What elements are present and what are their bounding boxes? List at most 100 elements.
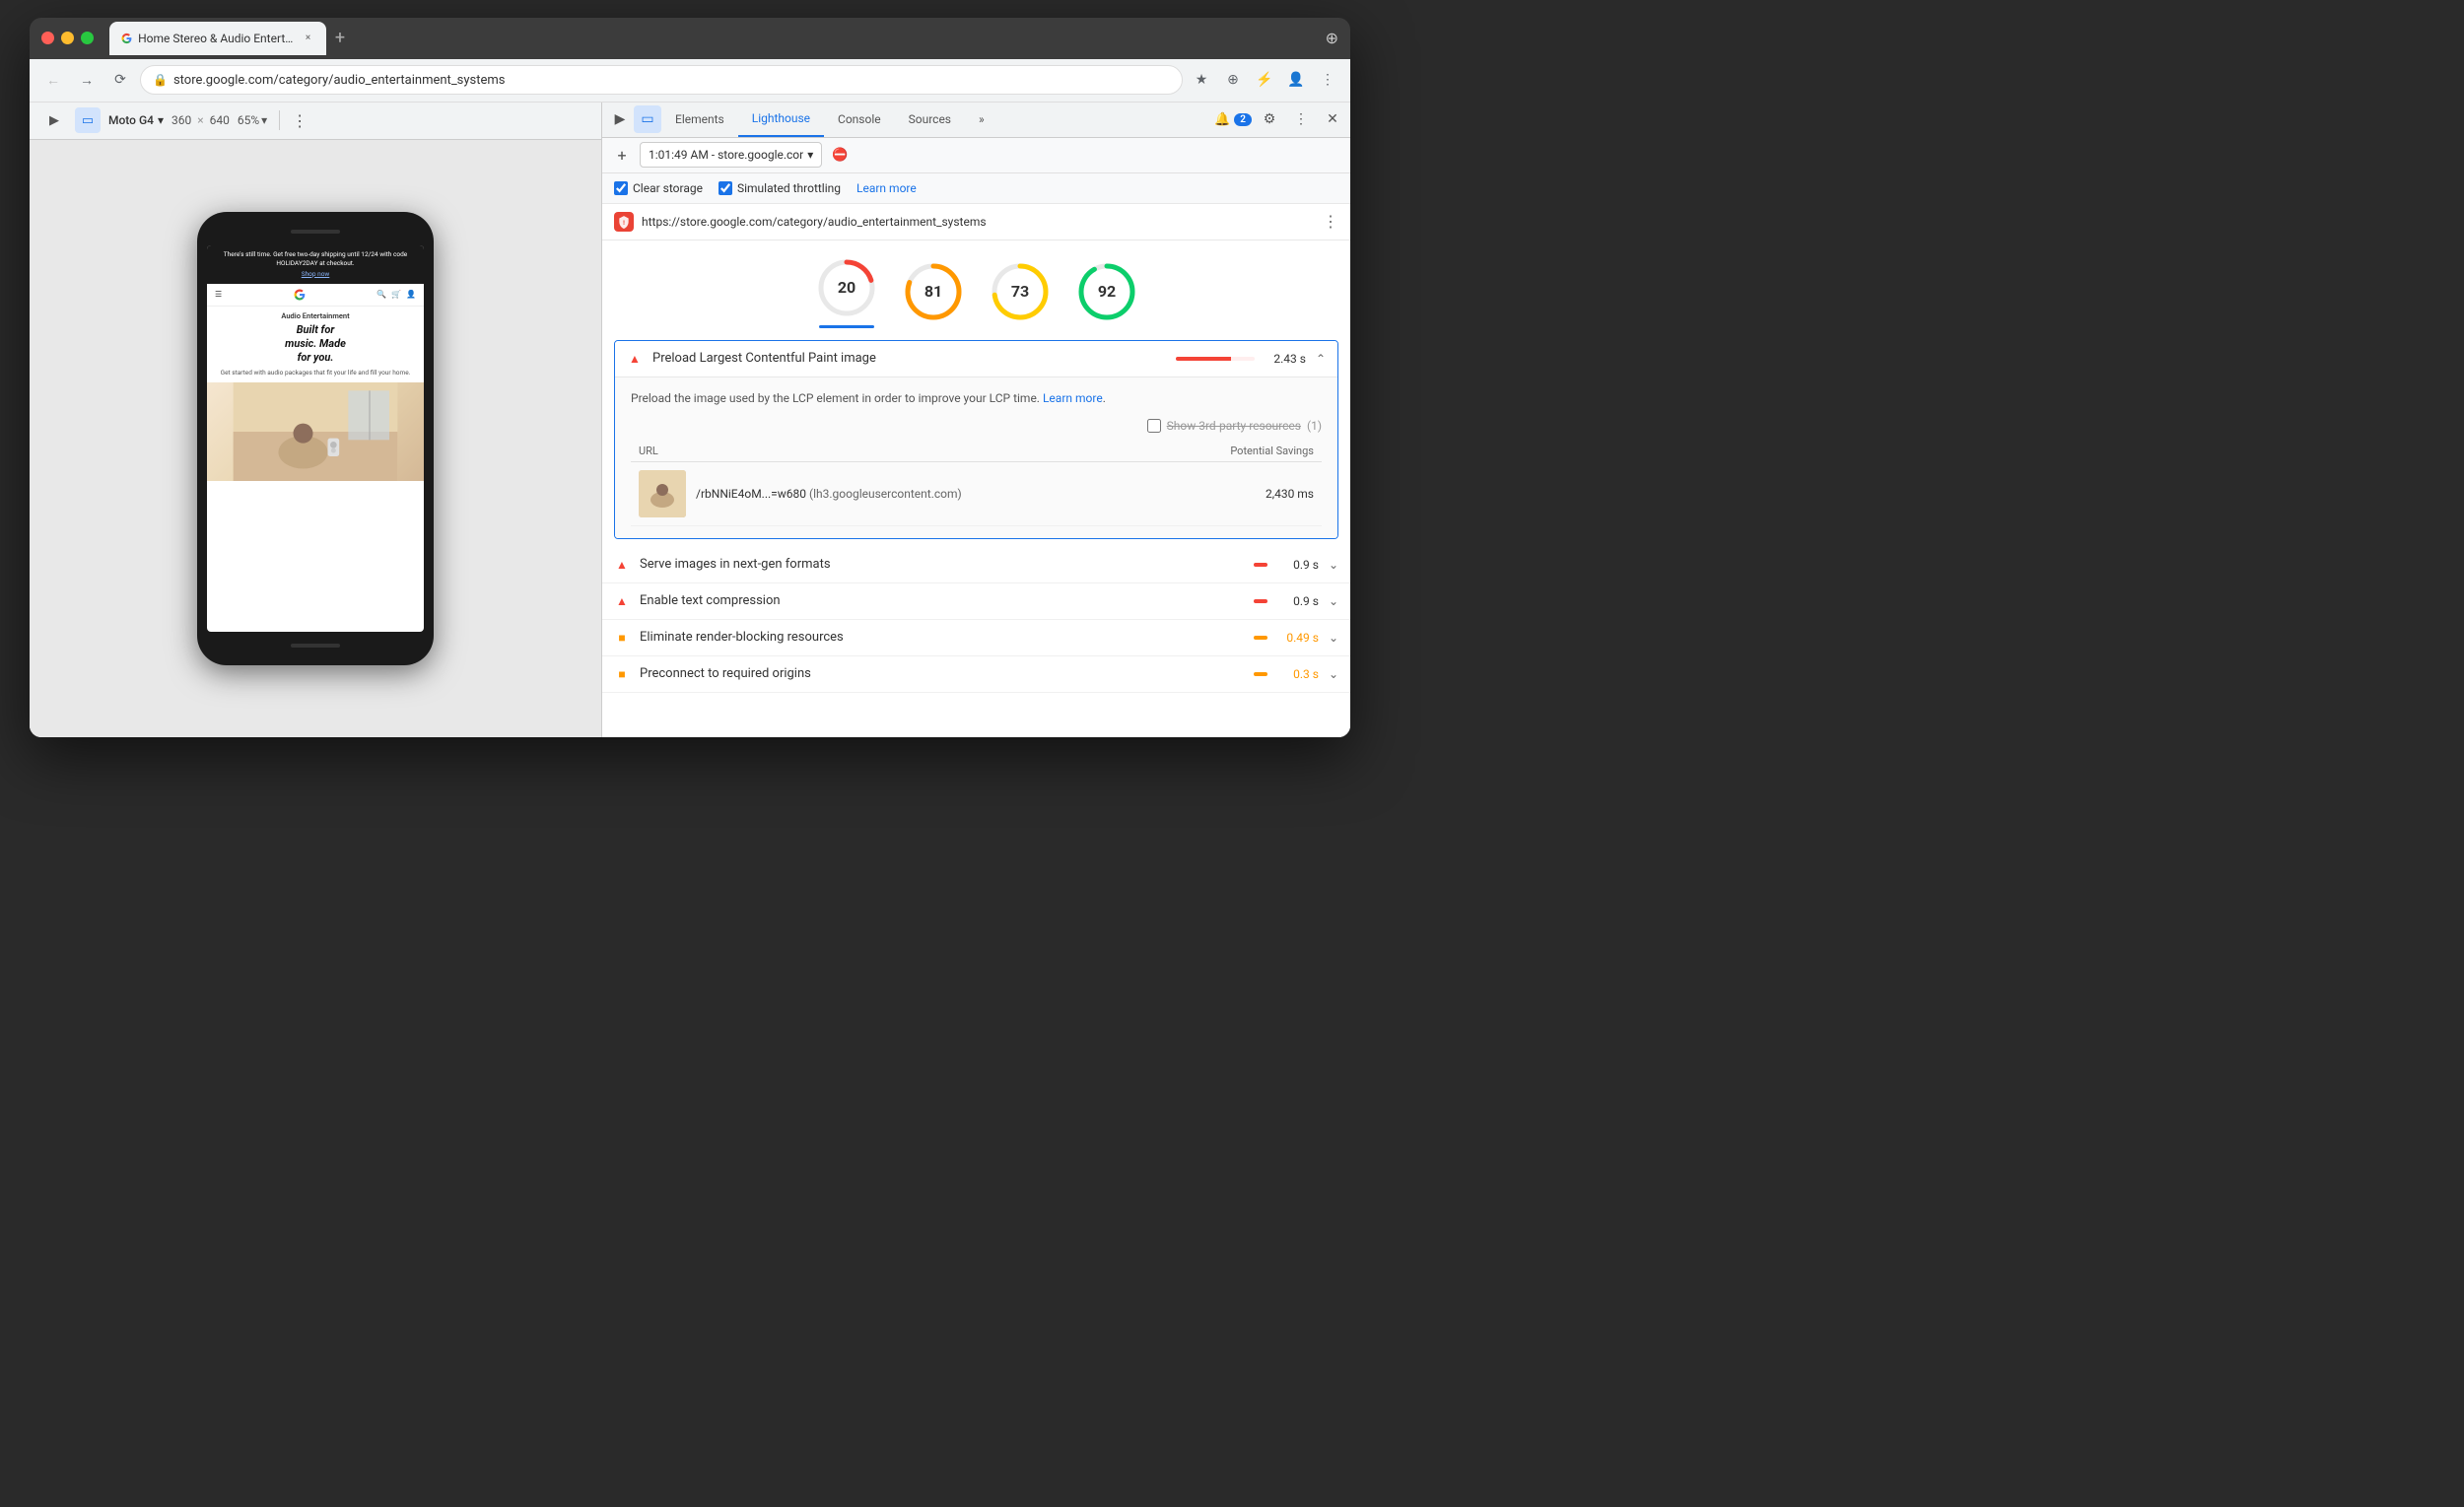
- audit-time-4: 0.49 s: [1277, 631, 1319, 645]
- audit-preconnect[interactable]: ■ Preconnect to required origins 0.3 s ⌄: [602, 656, 1350, 693]
- lighthouse-session-select[interactable]: 1:01:49 AM - store.google.cor ▾: [640, 142, 822, 168]
- devtools-settings-button[interactable]: ⚙: [1256, 105, 1283, 133]
- devtools-inspect-button[interactable]: ▭: [634, 105, 661, 133]
- phone-speaker: [291, 230, 340, 234]
- audit-warning-icon-4: ■: [614, 630, 630, 646]
- audit-rect-5: [1254, 672, 1267, 676]
- audit-warning-icon: ▲: [627, 351, 643, 367]
- forward-button[interactable]: →: [73, 66, 101, 94]
- reload-button[interactable]: ⟳: [106, 66, 134, 94]
- bookmark-button[interactable]: ★: [1189, 67, 1214, 93]
- session-chevron-icon: ▾: [807, 148, 813, 162]
- resource-savings: 2,430 ms: [1245, 487, 1314, 501]
- lighthouse-url-more-button[interactable]: ⋮: [1323, 212, 1338, 231]
- phone-menu-icon: ☰: [215, 290, 222, 299]
- tab-close-button[interactable]: ×: [302, 32, 314, 45]
- devtools-cursor-button[interactable]: ▶: [606, 105, 634, 133]
- learn-more-link[interactable]: Learn more: [856, 181, 917, 195]
- col-savings-header: Potential Savings: [1196, 445, 1314, 457]
- audit-time-3: 0.9 s: [1277, 594, 1319, 608]
- device-select[interactable]: Moto G4 ▾: [108, 113, 164, 127]
- lighthouse-clear-button[interactable]: ⛔: [828, 143, 852, 167]
- phone-page-title: Audio Entertainment: [207, 307, 424, 323]
- hero-music-text: music.: [285, 337, 316, 350]
- audit-chevron-3: ⌄: [1329, 594, 1338, 608]
- cursor-tool-button[interactable]: ▶: [41, 107, 67, 133]
- lighthouse-url-row: ! https://store.google.com/category/audi…: [602, 204, 1350, 240]
- profile-menu-button[interactable]: ⊕: [1220, 67, 1246, 93]
- audit-next-gen-formats[interactable]: ▲ Serve images in next-gen formats 0.9 s…: [602, 547, 1350, 583]
- lh-url-icon: !: [614, 212, 634, 232]
- tab-lighthouse[interactable]: Lighthouse: [738, 103, 824, 138]
- clear-storage-option: Clear storage: [614, 181, 703, 195]
- maximize-button[interactable]: [81, 32, 94, 44]
- traffic-lights: [41, 32, 94, 44]
- phone-hero-text: Built for music. music. MadeMade for you…: [207, 323, 424, 382]
- title-bar-actions: ⊕: [1326, 29, 1338, 47]
- score-performance: 20: [815, 256, 878, 328]
- phone-top-bar: [207, 222, 424, 241]
- phone-nav-icons: 🔍 🛒 👤: [376, 290, 416, 299]
- audit-bar: [1176, 357, 1255, 361]
- zoom-level: 65%: [238, 113, 259, 127]
- devtools-close-button[interactable]: ✕: [1319, 105, 1346, 133]
- back-button[interactable]: ←: [39, 66, 67, 94]
- address-bar-row: ← → ⟳ 🔒 store.google.com/category/audio_…: [30, 59, 1350, 103]
- extensions-button[interactable]: ⚡: [1252, 67, 1277, 93]
- devtools-more-button[interactable]: ⋮: [1287, 105, 1315, 133]
- table-header: URL Potential Savings: [631, 441, 1322, 462]
- audit-warning-icon-3: ▲: [614, 593, 630, 609]
- phone-google-logo: [294, 289, 306, 301]
- resource-thumbnail: [639, 470, 686, 517]
- address-box[interactable]: 🔒 store.google.com/category/audio_entert…: [140, 65, 1183, 95]
- audit-preload-lcp-header[interactable]: ▲ Preload Largest Contentful Paint image…: [615, 341, 1337, 377]
- third-party-toggle: Show 3rd-party resources (1): [631, 419, 1322, 433]
- warning-shield-icon: !: [617, 215, 631, 229]
- clear-storage-checkbox[interactable]: [614, 181, 628, 195]
- audit-learn-more-link[interactable]: Learn more: [1043, 391, 1103, 405]
- third-party-checkbox[interactable]: [1147, 419, 1161, 433]
- lighthouse-report: Clear storage Simulated throttling Learn…: [602, 173, 1350, 737]
- audit-chevron-up-icon[interactable]: ⌃: [1316, 352, 1326, 366]
- profile-icon: ⊕: [1326, 29, 1338, 47]
- user-button[interactable]: 👤: [1283, 67, 1309, 93]
- zoom-select[interactable]: 65% ▾: [238, 113, 267, 127]
- banner-link[interactable]: Shop now: [215, 270, 416, 279]
- close-button[interactable]: [41, 32, 54, 44]
- audit-title: Preload Largest Contentful Paint image: [652, 351, 1166, 366]
- device-toggle-button[interactable]: ▭: [75, 107, 101, 133]
- audit-title-2: Serve images in next-gen formats: [640, 557, 1244, 572]
- dimension-separator: ×: [197, 113, 203, 127]
- minimize-button[interactable]: [61, 32, 74, 44]
- resource-url: /rbNNiE4oM...=w680 (lh3.googleuserconten…: [696, 487, 1235, 501]
- device-height: 640: [210, 113, 230, 127]
- lighthouse-add-button[interactable]: +: [610, 143, 634, 167]
- notifications-badge: 2: [1234, 113, 1252, 126]
- tab-console[interactable]: Console: [824, 103, 895, 138]
- audit-bar-5: [1254, 672, 1267, 676]
- tab-elements[interactable]: Elements: [661, 103, 738, 138]
- audit-render-blocking[interactable]: ■ Eliminate render-blocking resources 0.…: [602, 620, 1350, 656]
- mobile-preview: ▶ ▭ Moto G4 ▾ 360 × 640 65% ▾ ⋮: [30, 103, 601, 737]
- svg-text:73: 73: [1010, 282, 1028, 301]
- more-menu-button[interactable]: ⋮: [1315, 67, 1340, 93]
- audit-text-compression[interactable]: ▲ Enable text compression 0.9 s ⌄: [602, 583, 1350, 620]
- browser-tab[interactable]: Home Stereo & Audio Entertain... ×: [109, 22, 326, 55]
- third-party-label: Show 3rd-party resources: [1167, 419, 1301, 433]
- simulated-throttling-option: Simulated throttling: [719, 181, 841, 195]
- device-toolbar-more-button[interactable]: ⋮: [292, 111, 308, 130]
- banner-text: There's still time. Get free two-day shi…: [224, 250, 407, 267]
- audit-progress-bar: [1176, 357, 1255, 361]
- tab-more[interactable]: »: [965, 103, 998, 138]
- device-width: 360: [171, 113, 191, 127]
- audit-title-3: Enable text compression: [640, 593, 1244, 608]
- simulated-throttling-checkbox[interactable]: [719, 181, 732, 195]
- phone-banner: There's still time. Get free two-day shi…: [207, 245, 424, 284]
- lock-icon: 🔒: [153, 73, 168, 87]
- svg-text:81: 81: [924, 282, 941, 301]
- tab-sources[interactable]: Sources: [895, 103, 965, 138]
- notifications-badge-container: 🔔 2: [1214, 112, 1252, 127]
- col-url-header: URL: [639, 445, 1196, 457]
- new-tab-button[interactable]: +: [326, 25, 354, 52]
- address-actions: ★ ⊕ ⚡ 👤 ⋮: [1189, 67, 1340, 93]
